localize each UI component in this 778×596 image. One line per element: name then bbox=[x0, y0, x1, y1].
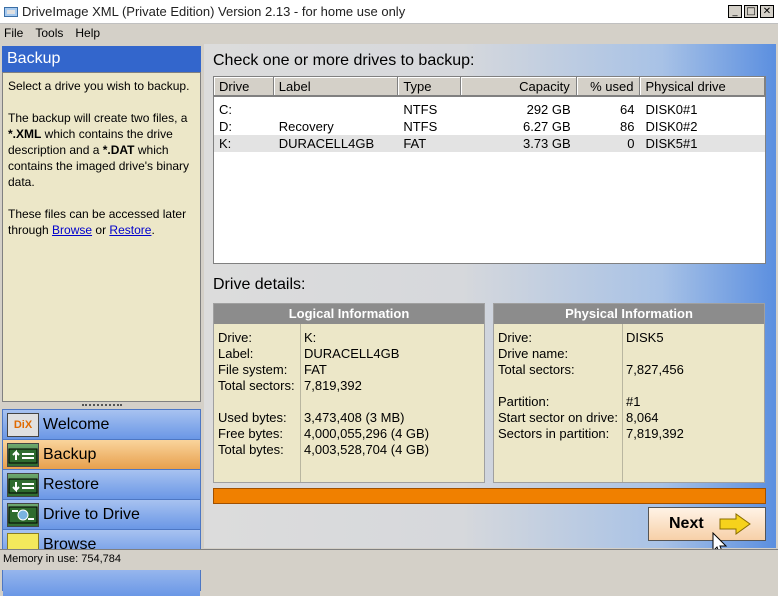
logical-value: 4,003,528,704 (4 GB) bbox=[304, 442, 430, 457]
logical-label: Drive: bbox=[218, 330, 252, 345]
main-content: Check one or more drives to backup: Driv… bbox=[204, 44, 776, 556]
logical-info-body: Drive: K: Label: DURACELL4GB File system… bbox=[214, 324, 484, 482]
logical-label: Total bytes: bbox=[218, 442, 284, 457]
table-header: Drive Label Type Capacity % used Physica… bbox=[214, 77, 766, 97]
table-row[interactable]: C: NTFS 292 GB 64 DISK0#1 bbox=[214, 101, 765, 118]
physical-label: Partition: bbox=[498, 394, 550, 409]
help-paragraph-1: Select a drive you wish to backup. bbox=[8, 79, 190, 93]
logical-label: File system: bbox=[218, 362, 288, 377]
logical-label: Label: bbox=[218, 346, 254, 361]
nav-label: Drive to Drive bbox=[43, 505, 140, 523]
maximize-button[interactable]: □ bbox=[744, 5, 758, 18]
physical-label: Total sectors: bbox=[498, 362, 575, 377]
nav-welcome[interactable]: DiX Welcome bbox=[3, 410, 200, 440]
logical-label: Used bytes: bbox=[218, 410, 287, 425]
backup-drive-icon bbox=[7, 442, 39, 467]
physical-label: Drive: bbox=[498, 330, 532, 345]
drive-to-drive-icon bbox=[7, 502, 39, 527]
help-paragraph-2: The backup will create two files, a *.XM… bbox=[8, 111, 190, 189]
next-button[interactable]: Next bbox=[648, 507, 766, 541]
menu-bar: File Tools Help bbox=[0, 24, 778, 41]
table-body: C: NTFS 292 GB 64 DISK0#1 D: Recovery NT… bbox=[214, 97, 765, 152]
sidebar: Backup Select a drive you wish to backup… bbox=[0, 44, 202, 596]
logical-value: 3,473,408 (3 MB) bbox=[304, 410, 405, 425]
physical-value: DISK5 bbox=[626, 330, 664, 345]
close-button[interactable]: ✕ bbox=[760, 5, 774, 18]
physical-label: Start sector on drive: bbox=[498, 410, 618, 425]
menu-file[interactable]: File bbox=[4, 26, 23, 40]
nav-drive-to-drive[interactable]: Drive to Drive bbox=[3, 500, 200, 530]
sidebar-header: Backup bbox=[2, 46, 201, 72]
menu-help[interactable]: Help bbox=[75, 26, 100, 40]
physical-label: Drive name: bbox=[498, 346, 569, 361]
logical-value: 4,000,055,296 (4 GB) bbox=[304, 426, 430, 441]
column-label[interactable]: Label bbox=[273, 77, 399, 96]
logical-label: Total sectors: bbox=[218, 378, 295, 393]
nav-label: Restore bbox=[43, 475, 100, 493]
restore-link[interactable]: Restore bbox=[109, 223, 151, 237]
logical-value: 7,819,392 bbox=[304, 378, 362, 393]
table-row[interactable]: D: Recovery NTFS 6.27 GB 86 DISK0#2 bbox=[214, 118, 765, 135]
status-bar: Memory in use: 754,784 bbox=[0, 549, 778, 570]
physical-info-panel: Physical Information Drive: DISK5 Drive … bbox=[493, 303, 765, 483]
logical-info-title: Logical Information bbox=[214, 304, 484, 324]
nav-label: Backup bbox=[43, 445, 97, 463]
table-row-selected[interactable]: K: DURACELL4GB FAT 3.73 GB 0 DISK5#1 bbox=[214, 135, 765, 152]
progress-bar bbox=[213, 488, 766, 504]
nav-label: Welcome bbox=[43, 415, 110, 433]
window-controls: _ □ ✕ bbox=[728, 5, 774, 18]
column-divider bbox=[622, 324, 623, 482]
menu-tools[interactable]: Tools bbox=[35, 26, 63, 40]
physical-value: 8,064 bbox=[626, 410, 659, 425]
column-capacity[interactable]: Capacity bbox=[461, 77, 577, 96]
progress-fill bbox=[214, 489, 765, 503]
column-physical-drive[interactable]: Physical drive bbox=[640, 77, 766, 96]
physical-value: #1 bbox=[626, 394, 641, 409]
help-text-panel: Select a drive you wish to backup. The b… bbox=[2, 72, 201, 402]
nav-backup[interactable]: Backup bbox=[3, 440, 200, 470]
dix-logo-icon: DiX bbox=[7, 412, 39, 437]
window-title: DriveImage XML (Private Edition) Version… bbox=[22, 4, 406, 19]
drives-heading: Check one or more drives to backup: bbox=[213, 52, 475, 69]
minimize-button[interactable]: _ bbox=[728, 5, 742, 18]
logical-value: K: bbox=[304, 330, 317, 345]
physical-info-body: Drive: DISK5 Drive name: Total sectors: … bbox=[494, 324, 764, 482]
physical-info-title: Physical Information bbox=[494, 304, 764, 324]
title-bar: DriveImage XML (Private Edition) Version… bbox=[0, 0, 778, 24]
details-heading: Drive details: bbox=[213, 276, 306, 293]
nav-restore[interactable]: Restore bbox=[3, 470, 200, 500]
physical-label: Sectors in partition: bbox=[498, 426, 610, 441]
column-percent-used[interactable]: % used bbox=[576, 77, 641, 96]
restore-drive-icon bbox=[7, 472, 39, 497]
logical-label: Free bytes: bbox=[218, 426, 284, 441]
browse-link[interactable]: Browse bbox=[52, 223, 92, 237]
column-type[interactable]: Type bbox=[398, 77, 462, 96]
panel-splitter[interactable] bbox=[2, 402, 201, 408]
column-drive[interactable]: Drive bbox=[214, 77, 274, 96]
physical-value: 7,819,392 bbox=[626, 426, 684, 441]
app-icon bbox=[4, 6, 18, 17]
logical-value: FAT bbox=[304, 362, 327, 377]
help-paragraph-3: These files can be accessed later throug… bbox=[8, 207, 187, 237]
logical-info-panel: Logical Information Drive: K: Label: DUR… bbox=[213, 303, 485, 483]
physical-value: 7,827,456 bbox=[626, 362, 684, 377]
logical-value: DURACELL4GB bbox=[304, 346, 400, 361]
column-divider bbox=[300, 324, 301, 482]
drive-table: Drive Label Type Capacity % used Physica… bbox=[213, 76, 766, 264]
next-button-label: Next bbox=[669, 515, 704, 532]
